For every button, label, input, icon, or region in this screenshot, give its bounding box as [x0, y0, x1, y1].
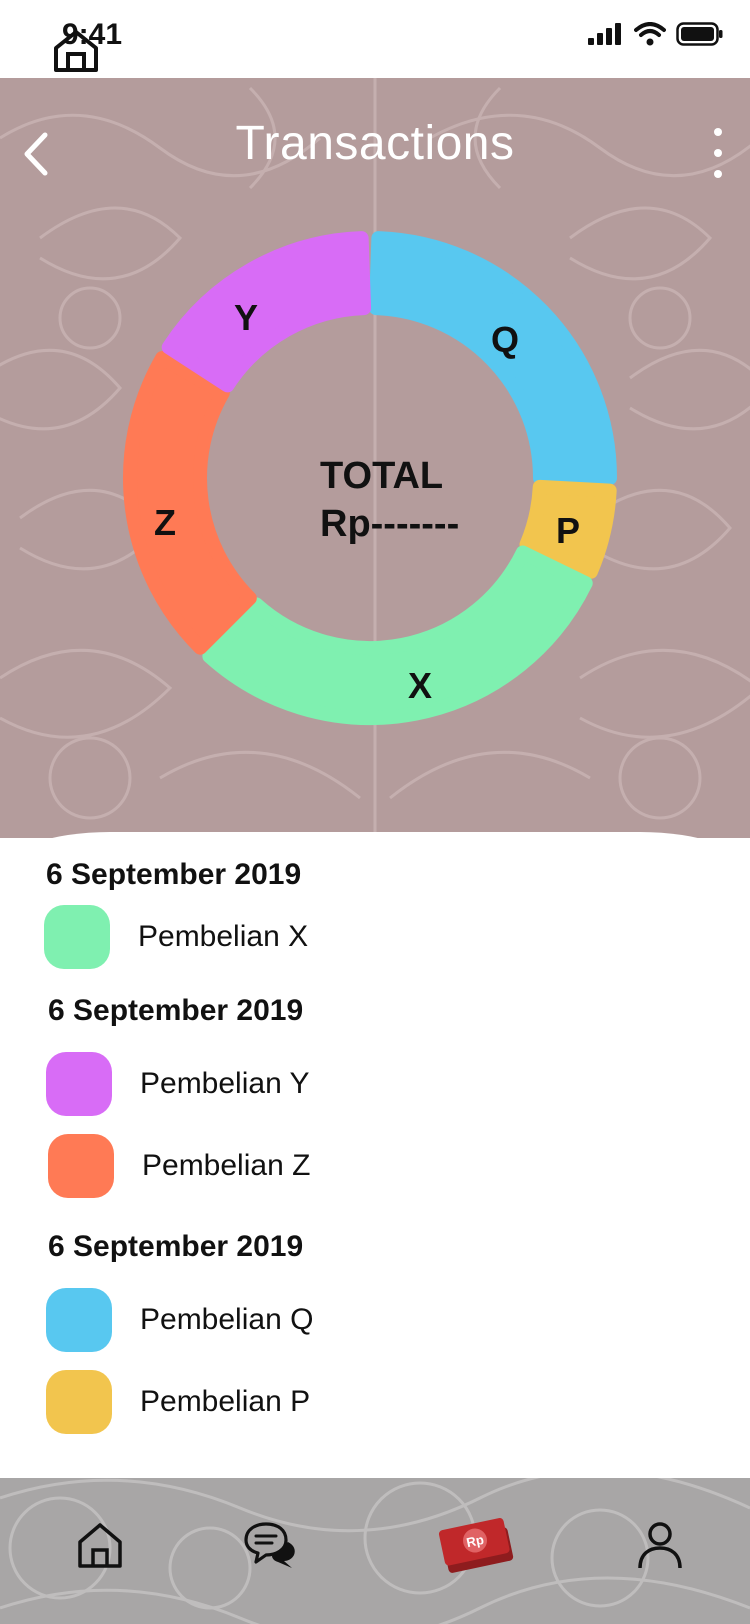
swatch-z [48, 1134, 114, 1198]
transaction-label: Pembelian Q [140, 1303, 314, 1336]
list-item[interactable]: Pembelian P [46, 1370, 310, 1434]
bottom-nav: Rp [0, 1478, 750, 1624]
segment-label-q: Q [491, 319, 519, 360]
home-icon [78, 1523, 122, 1568]
swatch-q [46, 1288, 112, 1352]
money-icon: Rp [438, 1517, 514, 1573]
swatch-x [44, 905, 110, 969]
profile-icon [638, 1522, 682, 1569]
donut-segment-z[interactable] [123, 351, 257, 655]
transaction-label: Pembelian X [138, 920, 309, 953]
donut-segment-y[interactable] [161, 231, 372, 393]
list-item[interactable]: Pembelian X [44, 905, 308, 969]
segment-label-y: Y [234, 297, 258, 338]
donut-segment-x[interactable] [202, 545, 593, 725]
chart-total: TOTAL Rp------- [320, 452, 459, 548]
transaction-label: Pembelian Y [140, 1067, 310, 1100]
nav-chat[interactable] [230, 1500, 310, 1590]
segment-label-p: P [556, 510, 580, 551]
transaction-date: 6 September 2019 [46, 858, 302, 891]
transaction-label: Pembelian Z [142, 1149, 311, 1182]
transaction-date: 6 September 2019 [48, 1230, 304, 1263]
list-item[interactable]: Pembelian Y [46, 1052, 310, 1116]
segment-label-z: Z [154, 502, 176, 543]
transaction-date: 6 September 2019 [48, 994, 304, 1027]
segment-label-x: X [408, 665, 432, 706]
total-label: TOTAL [320, 455, 444, 497]
list-item[interactable]: Pembelian Q [46, 1288, 313, 1352]
donut-chart: Q P X Z Y [123, 231, 617, 725]
transaction-label: Pembelian P [140, 1385, 311, 1418]
nav-home[interactable] [60, 1500, 140, 1590]
chat-icon [244, 1522, 295, 1568]
swatch-p [46, 1370, 112, 1434]
swatch-y [46, 1052, 112, 1116]
nav-profile[interactable] [620, 1500, 700, 1590]
total-value: Rp------- [320, 503, 460, 545]
list-item[interactable]: Pembelian Z [48, 1134, 310, 1198]
nav-money[interactable]: Rp [428, 1500, 528, 1590]
